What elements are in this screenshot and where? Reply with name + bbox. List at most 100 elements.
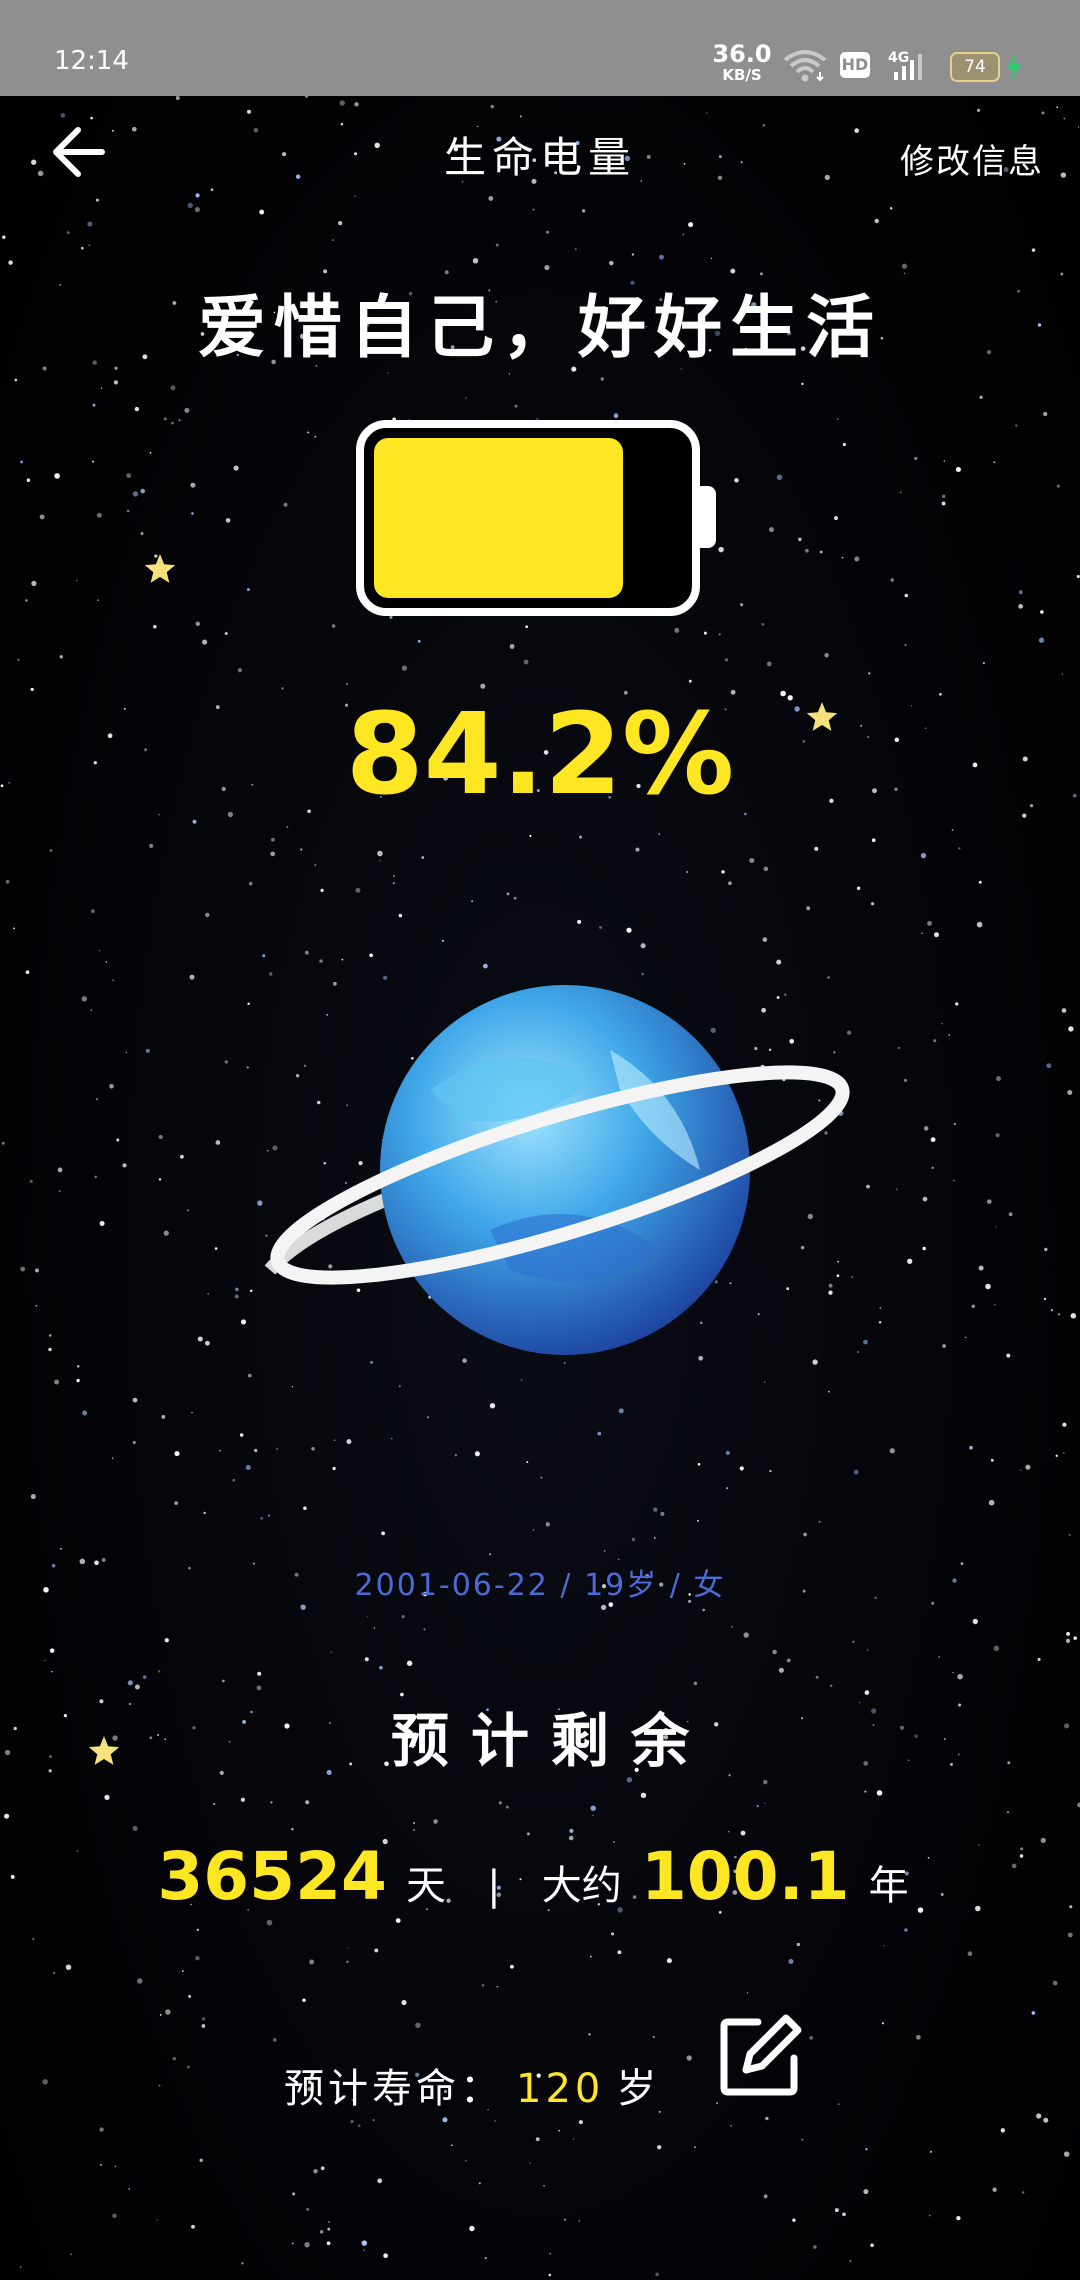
star xyxy=(815,1675,819,1679)
star xyxy=(340,123,343,126)
star xyxy=(95,198,99,202)
star xyxy=(31,159,37,165)
star xyxy=(951,829,954,831)
star xyxy=(401,2000,407,2006)
star xyxy=(987,1199,992,1204)
star xyxy=(658,833,660,835)
star xyxy=(904,593,909,598)
star xyxy=(865,2148,868,2151)
star xyxy=(540,1476,543,1479)
star xyxy=(247,109,251,114)
star xyxy=(291,2242,294,2245)
star xyxy=(90,1009,92,1011)
star xyxy=(889,1448,895,1454)
star xyxy=(154,554,158,558)
star xyxy=(192,819,197,824)
star xyxy=(306,2207,310,2211)
star xyxy=(373,1627,376,1629)
star xyxy=(464,2159,467,2162)
star xyxy=(65,1964,72,1970)
star xyxy=(70,2253,72,2255)
star xyxy=(201,2024,206,2028)
star xyxy=(153,624,157,629)
star xyxy=(930,1137,936,1143)
edit-icon[interactable] xyxy=(718,2012,804,2098)
star xyxy=(49,1648,55,1653)
star xyxy=(114,2165,116,2167)
star xyxy=(341,958,344,961)
star xyxy=(967,1951,973,1956)
star xyxy=(613,413,619,419)
star xyxy=(137,1978,143,1984)
star xyxy=(762,937,768,942)
star xyxy=(99,2127,104,2132)
star xyxy=(682,233,685,236)
star xyxy=(1036,2113,1042,2119)
star xyxy=(824,653,829,658)
star xyxy=(442,2117,448,2123)
star xyxy=(717,175,723,180)
star xyxy=(357,2124,361,2128)
star xyxy=(20,1266,26,1272)
star xyxy=(5,879,10,884)
star xyxy=(979,395,983,399)
star xyxy=(214,1247,218,1250)
star xyxy=(82,1410,88,1416)
star xyxy=(535,2137,540,2142)
star xyxy=(549,2253,551,2255)
star xyxy=(260,1516,264,1520)
network-speed-value: 36.0 xyxy=(712,40,772,68)
star xyxy=(618,1408,624,1414)
edit-info-link[interactable]: 修改信息 xyxy=(900,134,1044,183)
star xyxy=(688,222,694,228)
star xyxy=(25,970,30,974)
star xyxy=(532,1529,535,1531)
star xyxy=(788,1959,794,1964)
star xyxy=(132,1440,136,1445)
star xyxy=(814,846,819,851)
star xyxy=(31,580,37,587)
star xyxy=(971,1304,976,1309)
star xyxy=(304,950,309,955)
star xyxy=(776,474,783,481)
star xyxy=(48,1347,52,1352)
hd-badge: HD xyxy=(840,52,870,78)
star xyxy=(923,1126,929,1131)
star xyxy=(401,1615,405,1619)
star xyxy=(474,1451,480,1457)
star xyxy=(495,243,499,247)
star xyxy=(1044,1247,1048,1252)
star xyxy=(640,943,646,949)
star xyxy=(126,509,130,513)
star xyxy=(247,1373,252,1378)
back-button[interactable] xyxy=(48,124,108,180)
star xyxy=(600,377,605,381)
status-time: 12:14 xyxy=(54,46,129,76)
star xyxy=(514,404,518,408)
battery-cap xyxy=(694,486,716,548)
star xyxy=(1068,1026,1074,1032)
star xyxy=(883,1944,885,1947)
star xyxy=(271,837,275,842)
about-label: 大约 xyxy=(541,1863,622,1909)
star xyxy=(597,147,601,150)
star xyxy=(854,556,860,562)
star xyxy=(577,919,582,924)
star xyxy=(769,1469,772,1473)
star xyxy=(903,1078,908,1082)
star xyxy=(215,1140,221,1145)
star xyxy=(191,2224,195,2229)
star xyxy=(854,128,859,133)
star xyxy=(969,1445,973,1450)
star xyxy=(39,514,45,520)
star xyxy=(453,147,459,152)
star xyxy=(731,1625,733,1628)
star xyxy=(972,1618,978,1625)
star xyxy=(927,921,932,926)
star xyxy=(178,419,181,422)
signal-icon: 4G xyxy=(888,50,922,80)
star xyxy=(333,1439,336,1442)
star xyxy=(1031,248,1036,252)
star xyxy=(195,621,201,627)
star xyxy=(600,1604,607,1611)
